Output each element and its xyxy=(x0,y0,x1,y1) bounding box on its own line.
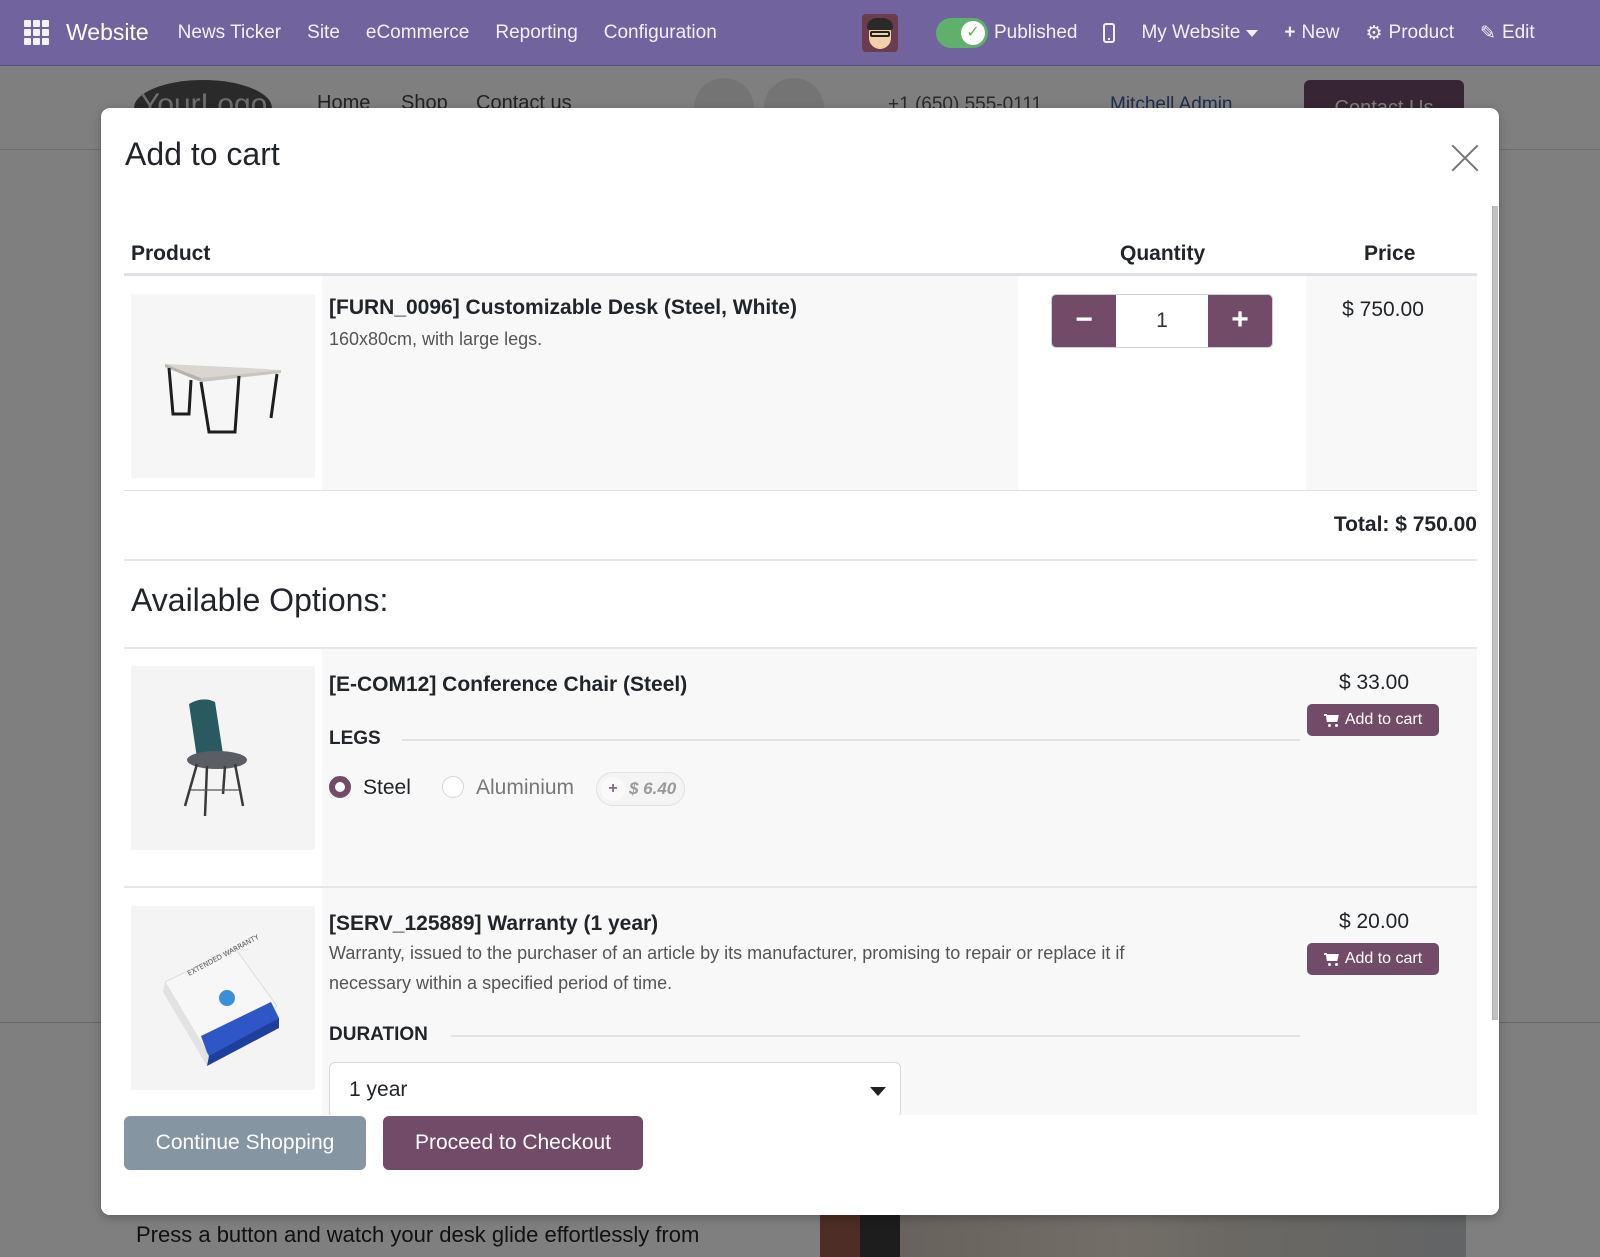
caret-down-icon xyxy=(1246,29,1259,37)
option-name: [SERV_125889] Warranty (1 year) xyxy=(329,912,659,935)
add-to-cart-button[interactable]: Add to cart xyxy=(1307,704,1439,736)
attribute-label-duration: DURATION xyxy=(329,1024,428,1045)
option-row-warranty: EXTENDED WARRANTY [SERV_125889] Warranty… xyxy=(124,888,1477,1115)
published-label[interactable]: Published xyxy=(994,22,1077,44)
menu-ecommerce[interactable]: eCommerce xyxy=(366,22,469,44)
add-to-cart-modal: Add to cart Product Quantity Price [FURN… xyxy=(101,108,1499,1215)
gear-icon: ⚙ xyxy=(1365,22,1383,44)
header-quantity: Quantity xyxy=(1120,242,1206,265)
edit-label: Edit xyxy=(1501,22,1535,43)
apps-grid-icon[interactable] xyxy=(24,19,50,46)
website-selector-label: My Website xyxy=(1141,22,1241,43)
odoo-navbar: Website News Ticker Site eCommerce Repor… xyxy=(0,0,1600,66)
option-price: $ 20.00 xyxy=(1338,910,1410,933)
quantity-input[interactable] xyxy=(1116,295,1208,347)
modal-title: Add to cart xyxy=(125,136,280,172)
menu-site[interactable]: Site xyxy=(307,22,340,44)
menu-news-ticker[interactable]: News Ticker xyxy=(178,22,281,44)
radio-steel-label[interactable]: Steel xyxy=(363,776,411,800)
radio-aluminium[interactable] xyxy=(442,776,464,798)
proceed-to-checkout-button[interactable]: Proceed to Checkout xyxy=(383,1116,643,1170)
price-extra-badge: + $ 6.40 xyxy=(596,772,686,806)
option-price: $ 33.00 xyxy=(1338,671,1410,694)
user-avatar[interactable] xyxy=(862,14,898,52)
duration-select-value: 1 year xyxy=(349,1078,408,1101)
quantity-plus-button[interactable]: + xyxy=(1208,295,1272,347)
duration-select[interactable]: 1 year xyxy=(329,1062,901,1115)
add-to-cart-button[interactable]: Add to cart xyxy=(1307,943,1439,975)
new-label: New xyxy=(1301,22,1340,43)
header-price: Price xyxy=(1364,242,1416,265)
cart-icon xyxy=(1323,714,1340,727)
warranty-box-image: EXTENDED WARRANTY xyxy=(131,906,315,1090)
add-to-cart-label: Add to cart xyxy=(1344,950,1423,967)
menu-configuration[interactable]: Configuration xyxy=(604,22,717,44)
add-to-cart-label: Add to cart xyxy=(1344,711,1423,728)
website-selector[interactable]: My Website xyxy=(1141,22,1259,44)
radio-aluminium-label[interactable]: Aluminium xyxy=(476,776,574,800)
new-button[interactable]: + New xyxy=(1284,22,1339,44)
quantity-minus-button[interactable]: − xyxy=(1052,295,1116,347)
attribute-label-legs: LEGS xyxy=(329,728,381,749)
plus-icon: + xyxy=(1284,22,1296,43)
check-icon: ✓ xyxy=(961,21,985,45)
app-name[interactable]: Website xyxy=(66,19,149,46)
mobile-preview-icon[interactable] xyxy=(1103,23,1116,43)
option-row-chair: [E-COM12] Conference Chair (Steel) LEGS … xyxy=(124,649,1477,888)
modal-scrollbar[interactable] xyxy=(1492,206,1498,1020)
published-toggle[interactable]: ✓ xyxy=(936,18,988,48)
modal-body: Product Quantity Price [FURN_0096] Custo… xyxy=(101,204,1499,1115)
main-product-description: 160x80cm, with large legs. xyxy=(329,329,543,349)
pencil-icon: ✎ xyxy=(1480,22,1496,44)
close-icon[interactable] xyxy=(1449,142,1481,174)
main-product-row: [FURN_0096] Customizable Desk (Steel, Wh… xyxy=(124,276,1477,491)
main-product-name: [FURN_0096] Customizable Desk (Steel, Wh… xyxy=(329,296,797,319)
option-description-line1: Warranty, issued to the purchaser of an … xyxy=(329,943,1125,963)
price-extra-amount: $ 6.40 xyxy=(629,779,677,798)
chair-image xyxy=(131,666,315,850)
total-row: Total: $ 750.00 xyxy=(124,491,1477,561)
option-description-line2: necessary within a specified period of t… xyxy=(329,973,673,993)
plus-icon: + xyxy=(601,777,625,801)
available-options-title: Available Options: xyxy=(131,582,389,618)
product-label: Product xyxy=(1388,22,1455,43)
quantity-stepper: − + xyxy=(1051,294,1273,348)
header-product: Product xyxy=(131,242,211,265)
option-name: [E-COM12] Conference Chair (Steel) xyxy=(329,673,688,696)
caret-down-icon xyxy=(870,1087,886,1096)
desk-image xyxy=(131,294,315,478)
radio-steel[interactable] xyxy=(329,776,351,798)
modal-footer: Continue Shopping Proceed to Checkout xyxy=(101,1115,1499,1215)
main-product-price: $ 750.00 xyxy=(1342,298,1424,321)
edit-button[interactable]: ✎ Edit xyxy=(1480,22,1535,45)
menu-reporting[interactable]: Reporting xyxy=(495,22,577,44)
continue-shopping-button[interactable]: Continue Shopping xyxy=(124,1116,366,1170)
cart-total: Total: $ 750.00 xyxy=(1333,513,1477,536)
product-button[interactable]: ⚙ Product xyxy=(1365,22,1454,45)
table-header: Product Quantity Price xyxy=(124,236,1477,276)
cart-icon xyxy=(1323,953,1340,966)
